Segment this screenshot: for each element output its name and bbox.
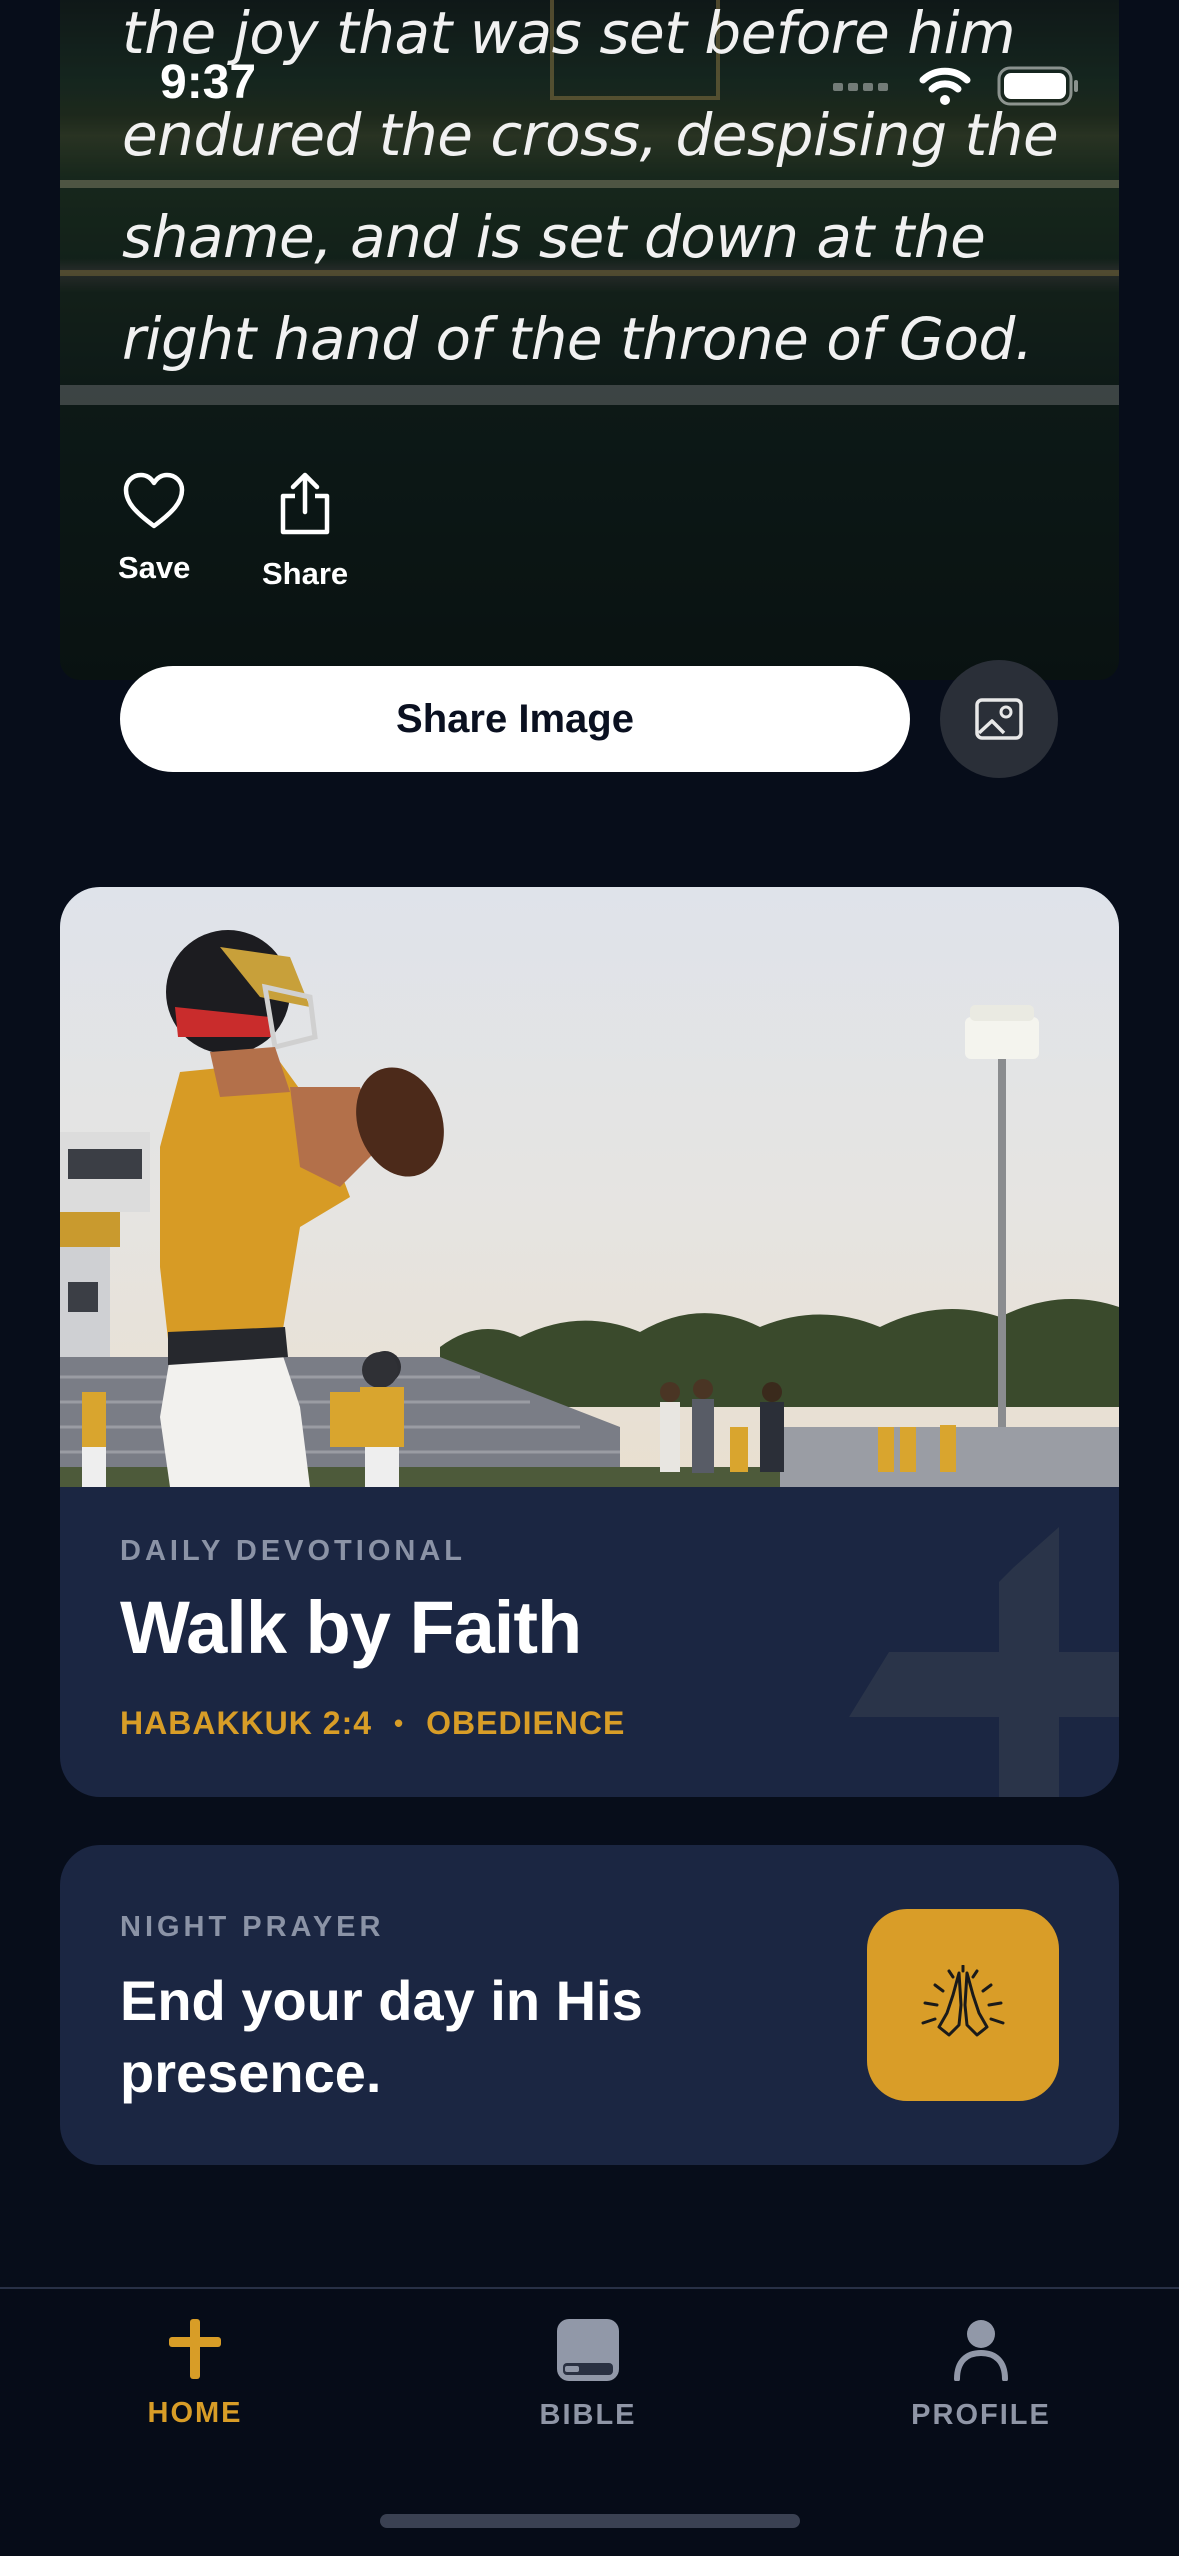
book-icon xyxy=(557,2319,619,2381)
devotional-meta: HABAKKUK 2:4 • OBEDIENCE xyxy=(120,1705,625,1742)
share-icon xyxy=(280,472,330,535)
devotional-title: Walk by Faith xyxy=(120,1586,582,1669)
image-icon xyxy=(975,698,1023,740)
devotional-topic: OBEDIENCE xyxy=(426,1705,626,1741)
save-label: Save xyxy=(118,550,191,585)
devotional-photo xyxy=(60,887,1119,1487)
night-prayer-card[interactable]: NIGHT PRAYER End your day in His presenc… xyxy=(60,1845,1119,2165)
scripture-reference: HABAKKUK 2:4 xyxy=(120,1705,373,1741)
tab-label: PROFILE xyxy=(911,2399,1051,2431)
battery-icon xyxy=(997,66,1078,106)
night-prayer-title: End your day in His presence. xyxy=(120,1969,643,2104)
devotional-kicker: DAILY DEVOTIONAL xyxy=(120,1535,466,1567)
cross-watermark-icon xyxy=(849,1527,1119,1797)
verse-text: the joy that was set before him endured … xyxy=(122,0,1082,390)
home-indicator[interactable] xyxy=(380,2514,800,2528)
verse-line: shame, and is set down at the xyxy=(122,203,986,271)
person-icon xyxy=(954,2320,1008,2381)
meta-separator: • xyxy=(394,1708,405,1738)
share-label: Share xyxy=(262,556,349,591)
status-time: 9:37 xyxy=(160,56,257,109)
night-prayer-kicker: NIGHT PRAYER xyxy=(120,1911,385,1943)
heart-icon xyxy=(123,472,185,529)
share-button[interactable]: Share xyxy=(262,472,348,592)
image-style-button[interactable] xyxy=(940,660,1058,778)
praying-hands-icon xyxy=(921,1965,1005,2037)
verse-line: right hand of the throne of God. xyxy=(122,305,1033,373)
tab-label: BIBLE xyxy=(539,2399,637,2431)
wifi-icon xyxy=(919,67,971,105)
save-button[interactable]: Save xyxy=(118,472,190,586)
devotional-card[interactable]: DAILY DEVOTIONAL Walk by Faith HABAKKUK … xyxy=(60,887,1119,1797)
share-image-button[interactable]: Share Image xyxy=(120,666,910,772)
signal-icon xyxy=(833,83,888,91)
tab-profile[interactable]: PROFILE xyxy=(861,2319,1101,2432)
cross-icon xyxy=(169,2319,221,2379)
status-icons xyxy=(833,66,1079,106)
tab-bible[interactable]: BIBLE xyxy=(468,2319,708,2432)
tab-label: HOME xyxy=(147,2397,243,2429)
night-prayer-button[interactable] xyxy=(867,1909,1059,2101)
tab-home[interactable]: HOME xyxy=(75,2319,315,2430)
